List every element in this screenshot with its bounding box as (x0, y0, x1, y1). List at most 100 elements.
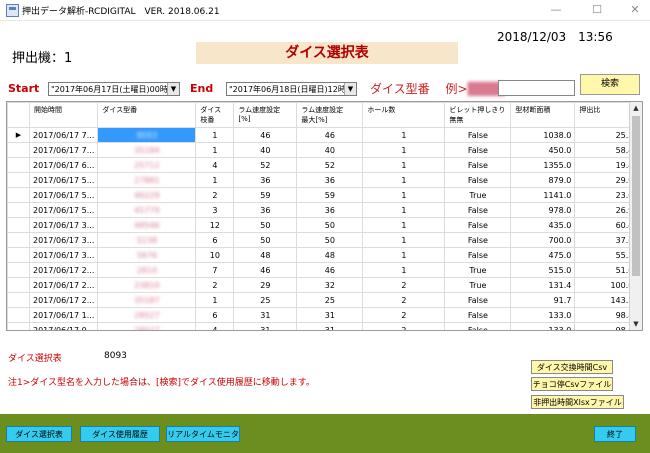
table-cell[interactable]: 2017/06/17 0... (28, 322, 99, 330)
table-cell[interactable]: 1 (362, 187, 446, 203)
table-cell[interactable]: False (444, 142, 512, 158)
table-cell[interactable]: 1 (195, 172, 235, 188)
table-cell[interactable]: 2017/06/17 6... (28, 157, 99, 173)
table-cell[interactable]: 2 (362, 277, 446, 293)
table-cell[interactable]: True (444, 187, 512, 203)
table-row[interactable]: 2017/06/17 3... 5676 10 48 48 1 False 475.0 55.3 (7, 247, 638, 263)
table-cell[interactable]: 100.0 (574, 277, 638, 293)
table-cell[interactable]: 5676 (97, 247, 197, 263)
table-cell[interactable]: 23.0 (574, 187, 638, 203)
table-cell[interactable]: 2017/06/17 7... (28, 127, 99, 143)
table-cell[interactable]: 31 (233, 307, 298, 323)
close-button[interactable]: ✕ (624, 1, 646, 18)
table-cell[interactable]: 515.0 (510, 262, 576, 278)
table-row[interactable]: 2017/06/17 5... 46229 2 59 59 1 True 1141.0 23.0 (7, 187, 638, 203)
table-row[interactable]: 2017/06/17 2... 2810 7 46 46 1 True 515.0 51.0 (7, 262, 638, 278)
table-cell[interactable]: 36 (233, 172, 298, 188)
row-selector[interactable]: ▶ (7, 127, 30, 143)
table-cell[interactable]: 50 (296, 217, 364, 233)
table-cell[interactable]: 50 (296, 232, 364, 248)
table-cell[interactable]: 2017/06/17 3... (28, 247, 99, 263)
table-cell[interactable]: 58.4 (574, 142, 638, 158)
col-header[interactable]: 型材断面積 (510, 102, 576, 128)
table-cell[interactable]: 98.8 (574, 322, 638, 330)
table-cell[interactable]: 91.7 (510, 292, 576, 308)
start-date-select[interactable]: "2017年06月17日(土曜日)00時" ▼ (48, 82, 180, 96)
table-cell[interactable]: 46229 (97, 187, 197, 203)
table-cell[interactable]: 40 (296, 142, 364, 158)
table-cell[interactable]: 26.9 (574, 202, 638, 218)
table-cell[interactable]: 36 (296, 202, 364, 218)
table-cell[interactable]: 27881 (97, 172, 197, 188)
die-selection-grid[interactable]: 開始時間 ダイス型番 ダイス 枝番 ラム速度設定 [%] ラム速度設定 最大[%… (6, 101, 643, 331)
table-cell[interactable]: 1 (362, 157, 446, 173)
table-cell[interactable]: 46 (233, 262, 298, 278)
scroll-down-icon[interactable]: ▼ (630, 318, 642, 330)
table-cell[interactable]: 450.0 (510, 142, 576, 158)
table-cell[interactable]: False (444, 307, 512, 323)
col-header[interactable]: ビレット押しきり 無無 (444, 102, 512, 128)
table-cell[interactable]: 2810 (97, 262, 197, 278)
row-selector[interactable] (7, 307, 30, 323)
row-selector[interactable] (7, 172, 30, 188)
table-cell[interactable]: 3 (195, 202, 235, 218)
table-row[interactable]: 2017/06/17 2... 35187 1 25 25 2 False 91.7 143.3 (7, 292, 638, 308)
row-selector[interactable] (7, 142, 30, 158)
table-cell[interactable]: 25.3 (574, 127, 638, 143)
table-cell[interactable]: 51.0 (574, 262, 638, 278)
row-selector[interactable] (7, 292, 30, 308)
table-cell[interactable]: 2017/06/17 2... (28, 292, 99, 308)
realtime-monitor-nav-button[interactable]: リアルタイムモニタ (166, 426, 240, 442)
table-row[interactable]: 2017/06/17 2... 23810 2 29 32 2 True 131.4 100.0 (7, 277, 638, 293)
table-cell[interactable]: 1141.0 (510, 187, 576, 203)
table-cell[interactable]: False (444, 322, 512, 330)
row-selector[interactable] (7, 187, 30, 203)
table-cell[interactable]: 45779 (97, 202, 197, 218)
table-cell[interactable]: 1 (362, 127, 446, 143)
table-cell[interactable]: 25 (296, 292, 364, 308)
table-row[interactable]: 2017/06/17 7... 35184 1 40 40 1 False 450.0 58.4 (7, 142, 638, 158)
table-cell[interactable]: True (444, 277, 512, 293)
table-cell[interactable]: 2017/06/17 7... (28, 142, 99, 158)
table-cell[interactable]: 5238 (97, 232, 197, 248)
table-cell[interactable]: 52 (296, 157, 364, 173)
table-cell[interactable]: 48 (233, 247, 298, 263)
table-row[interactable]: 2017/06/17 1... 28527 6 31 31 2 False 133.0 98.8 (7, 307, 638, 323)
table-cell[interactable]: 133.0 (510, 322, 576, 330)
non-extrusion-xlsx-button[interactable]: 非押出時間Xlsxファイル (531, 395, 624, 409)
row-selector[interactable] (7, 217, 30, 233)
table-cell[interactable]: 133.0 (510, 307, 576, 323)
table-cell[interactable]: 1 (195, 127, 235, 143)
table-cell[interactable]: 2017/06/17 1... (28, 307, 99, 323)
col-header[interactable]: ラム速度設定 [%] (233, 102, 298, 128)
table-cell[interactable]: 50 (233, 217, 298, 233)
table-cell[interactable]: 12 (195, 217, 235, 233)
table-cell[interactable]: 2 (195, 187, 235, 203)
row-selector[interactable] (7, 232, 30, 248)
table-row[interactable]: ▶ 2017/06/17 7... 8093 1 46 46 1 False 1038.0 25.… (7, 127, 638, 143)
minimize-button[interactable]: — (545, 1, 567, 18)
table-cell[interactable]: 36 (296, 172, 364, 188)
col-header[interactable]: ホール数 (362, 102, 446, 128)
die-history-nav-button[interactable]: ダイス使用履歴 (80, 426, 160, 442)
table-cell[interactable]: 1 (195, 292, 235, 308)
die-select-nav-button[interactable]: ダイス選択表 (6, 426, 72, 442)
table-cell[interactable]: 4 (195, 157, 235, 173)
row-selector[interactable] (7, 202, 30, 218)
table-cell[interactable]: 31 (233, 322, 298, 330)
table-cell[interactable]: 2017/06/17 2... (28, 262, 99, 278)
table-cell[interactable]: 46 (296, 262, 364, 278)
table-cell[interactable]: 28527 (97, 322, 197, 330)
table-cell[interactable]: 60.4 (574, 217, 638, 233)
table-cell[interactable]: 6 (195, 232, 235, 248)
table-cell[interactable]: False (444, 247, 512, 263)
table-cell[interactable]: 1 (362, 142, 446, 158)
die-number-input[interactable] (498, 80, 575, 96)
table-cell[interactable]: 35187 (97, 292, 197, 308)
table-cell[interactable]: 1 (362, 232, 446, 248)
table-cell[interactable]: 19.4 (574, 157, 638, 173)
table-cell[interactable]: 1 (362, 202, 446, 218)
table-cell[interactable]: 2 (362, 292, 446, 308)
table-cell[interactable]: False (444, 217, 512, 233)
end-date-select[interactable]: "2017年06月18日(日曜日)12時" ▼ (226, 82, 357, 96)
